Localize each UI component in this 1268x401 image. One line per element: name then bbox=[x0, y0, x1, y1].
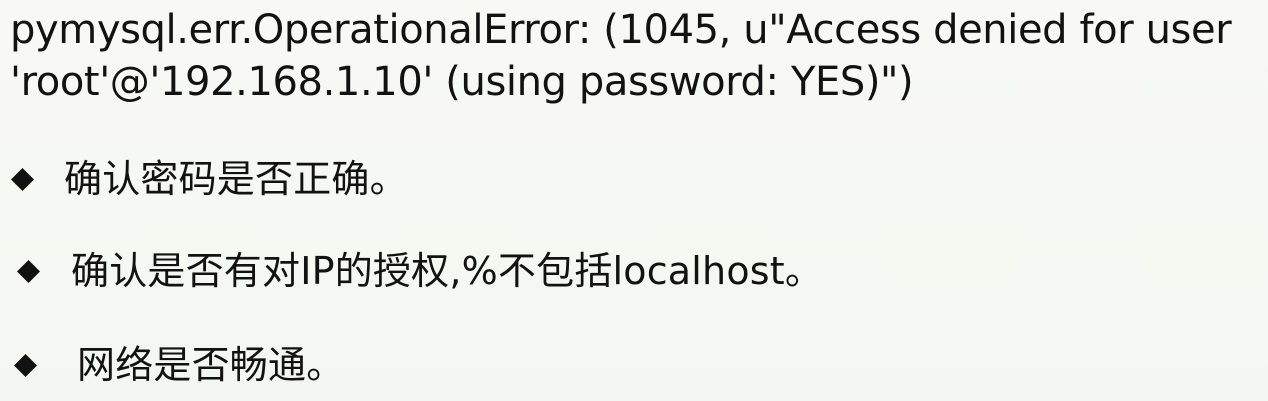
bullet-text-network: 网络是否畅通。 bbox=[77, 343, 345, 387]
error-message-line-2: 'root'@'192.168.1.10' (using password: Y… bbox=[10, 59, 914, 105]
bullet-item-network: 网络是否畅通。 bbox=[14, 340, 344, 390]
slide-canvas: pymysql.err.OperationalError: (1045, u"A… bbox=[0, 0, 1268, 401]
bullet-item-password: 确认密码是否正确。 bbox=[11, 154, 408, 204]
diamond-icon bbox=[14, 353, 37, 377]
error-message: pymysql.err.OperationalError: (1045, u"A… bbox=[10, 4, 1260, 108]
bullet-text-authorization: 确认是否有对IP的授权,%不包括localhost。 bbox=[71, 249, 824, 293]
bullet-item-authorization: 确认是否有对IP的授权,%不包括localhost。 bbox=[17, 246, 823, 296]
bullet-text-password: 确认密码是否正确。 bbox=[64, 157, 408, 201]
error-message-line-1: pymysql.err.OperationalError: (1045, u"A… bbox=[10, 7, 1232, 53]
diamond-icon bbox=[11, 167, 34, 191]
diamond-icon bbox=[17, 259, 40, 283]
